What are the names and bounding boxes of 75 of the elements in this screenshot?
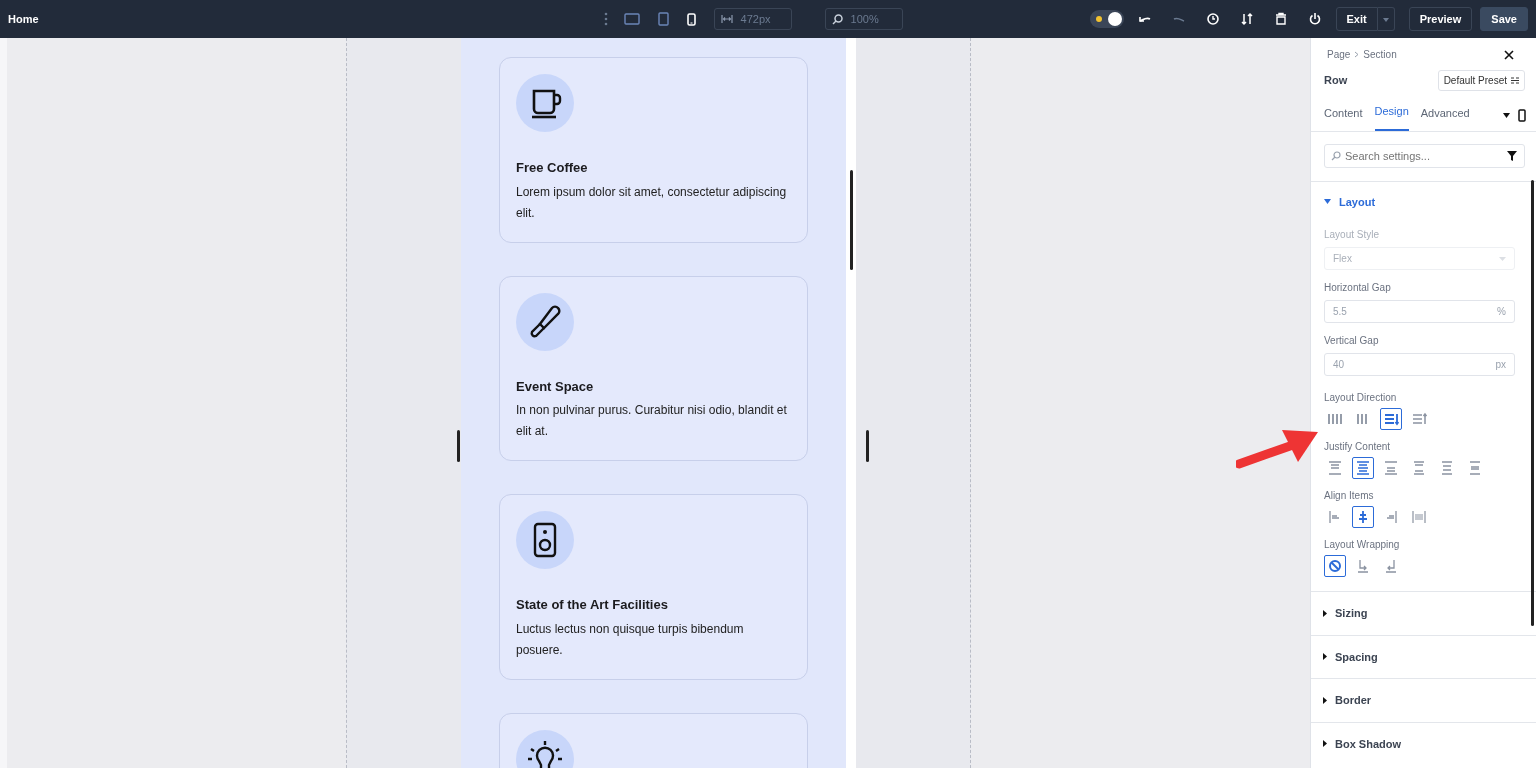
unit-label: px xyxy=(1495,358,1506,372)
option-button[interactable] xyxy=(1380,408,1402,430)
caret-down-icon[interactable] xyxy=(1324,199,1331,205)
card-text: In non pulvinar purus. Curabitur nisi odio, blandit et elit at. xyxy=(516,402,788,440)
lightbulb-icon xyxy=(525,738,565,768)
width-icon xyxy=(720,14,733,24)
clock-icon[interactable] xyxy=(1205,12,1220,26)
preset-button[interactable]: Default Preset xyxy=(1437,70,1525,91)
field-label: Align Items xyxy=(1324,489,1375,503)
option-button[interactable] xyxy=(1324,555,1346,577)
justify-icon xyxy=(1439,460,1455,476)
width-field[interactable]: 472px xyxy=(713,8,792,30)
breadcrumb-link[interactable]: Section xyxy=(1363,47,1397,62)
tab[interactable]: Design xyxy=(1374,103,1409,131)
scrollbar-thumb[interactable] xyxy=(1531,180,1534,626)
direction-icon xyxy=(1411,411,1427,427)
caret-icon xyxy=(1499,256,1506,261)
card-text: Lorem ipsum dolor sit amet, consectetur adipiscing elit. xyxy=(516,183,788,222)
field-label: Layout Style xyxy=(1324,228,1381,242)
sun-icon xyxy=(1093,14,1104,24)
field-label: Layout Wrapping xyxy=(1324,538,1401,552)
power-icon[interactable] xyxy=(1307,12,1322,26)
option-button[interactable] xyxy=(1352,506,1374,528)
field-label: Layout Direction xyxy=(1324,391,1398,405)
desktop-icon[interactable] xyxy=(623,13,640,25)
more-icon[interactable] xyxy=(603,12,608,26)
field-label: Horizontal Gap xyxy=(1324,281,1392,295)
unit-label: % xyxy=(1497,305,1506,319)
close-icon[interactable] xyxy=(1504,49,1514,60)
save-button[interactable]: Save xyxy=(1480,7,1528,31)
caret-icon[interactable] xyxy=(1503,112,1510,118)
wrap-icon xyxy=(1355,558,1371,574)
justify-icon xyxy=(1467,460,1483,476)
resize-handle[interactable] xyxy=(866,430,869,462)
search-icon xyxy=(831,13,843,25)
direction-icon xyxy=(1327,411,1343,427)
field-label: Vertical Gap xyxy=(1324,334,1380,348)
preset-icon xyxy=(1511,77,1519,84)
wrap-icon xyxy=(1383,558,1399,574)
theme-toggle[interactable] xyxy=(1089,10,1124,28)
direction-icon xyxy=(1383,411,1399,427)
phone-icon[interactable] xyxy=(1518,108,1526,122)
section-header[interactable]: Box Shadow xyxy=(1311,721,1536,765)
section-header[interactable]: Border xyxy=(1311,678,1536,722)
group-title[interactable]: Layout xyxy=(1339,193,1376,210)
card-title: Free Coffee xyxy=(516,159,589,177)
scrollbar-thumb[interactable] xyxy=(850,170,853,270)
chevron-right-icon xyxy=(1354,51,1360,58)
tab[interactable]: Content xyxy=(1324,105,1363,131)
option-button[interactable] xyxy=(1352,457,1374,479)
page-title: Home xyxy=(8,11,39,27)
align-icon xyxy=(1411,509,1427,525)
tablet-icon[interactable] xyxy=(657,12,669,26)
section-header[interactable]: Spacing xyxy=(1311,634,1536,678)
sort-icon[interactable] xyxy=(1239,12,1254,26)
preview-button[interactable]: Preview xyxy=(1408,7,1473,31)
tab[interactable]: Advanced xyxy=(1420,105,1470,131)
card-text: Luctus lectus non quisque turpis bibendum posuere. xyxy=(516,620,745,659)
justify-icon xyxy=(1355,460,1371,476)
justify-icon xyxy=(1411,460,1427,476)
breadcrumb-link[interactable]: Page xyxy=(1327,47,1351,62)
resize-handle[interactable] xyxy=(457,430,460,462)
card-title: Event Space xyxy=(516,377,595,396)
search-field[interactable]: Search settings... xyxy=(1324,143,1525,168)
element-name: Row xyxy=(1324,73,1348,89)
justify-icon xyxy=(1327,460,1343,476)
exit-button[interactable]: Exit xyxy=(1335,7,1378,31)
search-icon xyxy=(1331,150,1341,161)
zoom-field[interactable]: 100% xyxy=(824,8,903,30)
card-title: State of the Art Facilities xyxy=(516,596,669,614)
justify-icon xyxy=(1383,460,1399,476)
wrap-icon xyxy=(1327,558,1343,574)
field-label: Justify Content xyxy=(1324,440,1392,454)
filter-icon[interactable] xyxy=(1507,150,1517,161)
trash-icon[interactable] xyxy=(1273,12,1288,26)
